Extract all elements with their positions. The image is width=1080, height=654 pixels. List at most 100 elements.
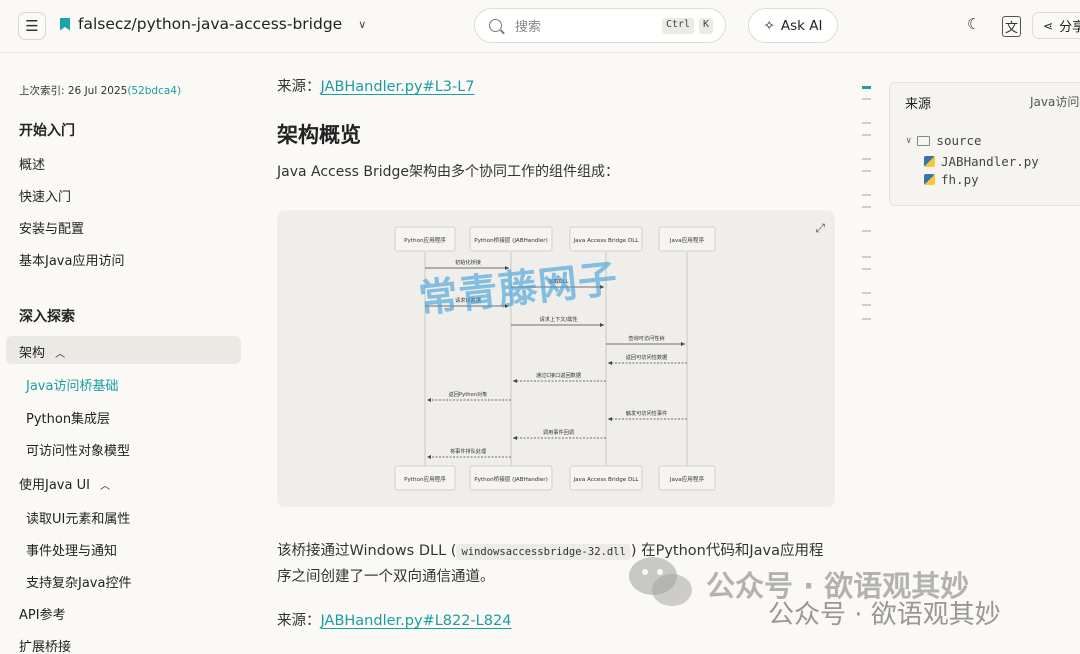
folder-name: source bbox=[936, 133, 982, 148]
toc-marker[interactable] bbox=[862, 318, 871, 320]
last-indexed: 上次索引: 26 Jul 2025(52bdca4) bbox=[19, 83, 181, 98]
python-file-icon bbox=[924, 156, 935, 167]
source-link-1[interactable]: JABHandler.py#L3-L7 bbox=[321, 79, 475, 95]
toc-marker[interactable] bbox=[862, 230, 871, 232]
architecture-label: 架构 bbox=[19, 346, 46, 361]
file-name: JABHandler.py bbox=[941, 154, 1039, 169]
hamburger-icon: ☰ bbox=[25, 17, 39, 35]
page-heading: 架构概览 bbox=[277, 123, 361, 147]
message-label: 查询可访问性树 bbox=[628, 334, 664, 342]
message-label: 返回可访问性数据 bbox=[626, 353, 668, 361]
bookmark-icon bbox=[60, 17, 70, 31]
message-label: 调用事件回调 bbox=[543, 428, 574, 436]
message-label: 将事件排队处理 bbox=[450, 447, 487, 455]
sidebar-item-extend[interactable]: 扩展桥接 bbox=[19, 636, 71, 654]
commit-hash-link[interactable]: (52bdca4) bbox=[127, 85, 181, 97]
participant-label: Python桥接层 (JABHandler) bbox=[474, 236, 548, 244]
last-indexed-date: 上次索引: 26 Jul 2025 bbox=[19, 85, 128, 97]
intro-text: Java Access Bridge架构由多个协同工作的组件组成： bbox=[277, 164, 620, 180]
toc-marker[interactable] bbox=[862, 206, 871, 208]
source-label: 来源： bbox=[277, 79, 321, 95]
sidebar-item-basic-java[interactable]: 基本Java应用访问 bbox=[19, 250, 124, 269]
tree-file-fh[interactable]: fh.py bbox=[924, 172, 979, 187]
expand-icon[interactable]: ⤢ bbox=[815, 221, 825, 236]
toc-marker[interactable] bbox=[862, 98, 871, 100]
python-file-icon bbox=[924, 174, 935, 185]
participant-label: Java应用程序 bbox=[669, 475, 705, 483]
kbd-k: K bbox=[699, 18, 714, 34]
sidebar-item-architecture[interactable]: 架构 ︿ bbox=[19, 342, 65, 361]
repo-selector[interactable]: falsecz/python-java-access-bridge ∨ bbox=[60, 15, 366, 33]
sparkle-icon: ✧ bbox=[763, 17, 775, 34]
source-line-2: 来源：JABHandler.py#L822-L824 bbox=[277, 609, 511, 630]
folder-icon bbox=[917, 135, 931, 146]
source-link-2[interactable]: JABHandler.py#L822-L824 bbox=[321, 613, 512, 629]
chevron-up-icon: ︿ bbox=[55, 349, 66, 360]
sources-title: 来源 bbox=[905, 97, 932, 112]
section-getting-started: 开始入门 bbox=[19, 123, 75, 139]
sources-page-name: Java访问桥 bbox=[1030, 95, 1080, 109]
sidebar-item-object-model[interactable]: 可访问性对象模型 bbox=[26, 440, 130, 459]
chevron-down-icon: ∨ bbox=[906, 135, 912, 146]
sidebar-item-python-layer[interactable]: Python集成层 bbox=[26, 408, 110, 427]
translate-icon[interactable]: 文 bbox=[1002, 16, 1022, 37]
sidebar-item-java-ui[interactable]: 使用Java UI ︿ bbox=[19, 474, 110, 493]
message-label: 返回Python对象 bbox=[449, 390, 488, 398]
tree-file-jabhandler[interactable]: JABHandler.py bbox=[924, 154, 1039, 169]
toc-marker[interactable] bbox=[862, 158, 871, 160]
share-button[interactable]: ⋖ 分享 bbox=[1032, 12, 1080, 39]
participant-label: Java应用程序 bbox=[669, 236, 705, 244]
sidebar-item-overview[interactable]: 概述 bbox=[19, 154, 45, 173]
search-placeholder: 搜索 bbox=[515, 20, 542, 35]
toc-marker[interactable] bbox=[862, 292, 871, 294]
search-icon bbox=[489, 19, 502, 32]
chevron-up-icon: ︿ bbox=[100, 481, 111, 492]
ask-ai-label: Ask AI bbox=[780, 17, 823, 34]
share-label: 分享 bbox=[1059, 20, 1080, 35]
toc-marker[interactable] bbox=[862, 304, 871, 306]
tree-folder-source[interactable]: ∨ source bbox=[906, 133, 982, 148]
participant-label: Python应用程序 bbox=[404, 236, 446, 244]
watermark-wechat-2: 公众号 · 欲语观其妙 bbox=[768, 600, 1001, 630]
sidebar-item-complex-controls[interactable]: 支持复杂Java控件 bbox=[26, 572, 131, 591]
ask-ai-button[interactable]: ✧ Ask AI bbox=[748, 8, 838, 43]
sidebar-item-api[interactable]: API参考 bbox=[19, 604, 66, 623]
participant-label: Java Access Bridge DLL bbox=[572, 238, 639, 244]
theme-toggle-icon[interactable]: ☾ bbox=[967, 15, 980, 33]
sources-panel: 来源 Java访问桥 ∨ source JABHandler.py fh.py bbox=[889, 82, 1080, 206]
dll-code: windowsaccessbridge-32.dll bbox=[456, 544, 631, 560]
file-name: fh.py bbox=[941, 172, 979, 187]
message-label: 触发可访问性事件 bbox=[626, 409, 668, 417]
participant-label: Python桥接层 (JABHandler) bbox=[474, 475, 548, 483]
kbd-ctrl: Ctrl bbox=[662, 18, 695, 34]
message-label: 通过C接口返回数据 bbox=[536, 371, 581, 379]
para-before: 该桥接通过Windows DLL ( bbox=[277, 543, 457, 559]
java-ui-label: 使用Java UI bbox=[19, 478, 90, 493]
sidebar: 上次索引: 26 Jul 2025(52bdca4) 开始入门 概述 快速入门 … bbox=[0, 53, 250, 654]
source-line-1: 来源：JABHandler.py#L3-L7 bbox=[277, 75, 475, 96]
search-input[interactable]: 搜索 Ctrl K bbox=[474, 8, 726, 43]
sidebar-item-events[interactable]: 事件处理与通知 bbox=[26, 540, 117, 559]
repo-name: falsecz/python-java-access-bridge bbox=[78, 15, 343, 33]
participant-label: Python应用程序 bbox=[404, 475, 446, 483]
toc-marker[interactable] bbox=[862, 194, 871, 196]
sidebar-item-install[interactable]: 安装与配置 bbox=[19, 218, 84, 237]
share-icon: ⋖ bbox=[1043, 18, 1054, 33]
chevron-down-icon: ∨ bbox=[358, 17, 367, 31]
toc-marker[interactable] bbox=[862, 122, 871, 124]
message-label: 请求上下文/属性 bbox=[539, 315, 577, 323]
menu-button[interactable]: ☰ bbox=[18, 12, 46, 40]
section-deep-dive: 深入探索 bbox=[19, 309, 75, 325]
top-bar: ☰ falsecz/python-java-access-bridge ∨ 搜索… bbox=[0, 0, 1080, 53]
toc-marker-active[interactable] bbox=[862, 86, 871, 89]
toc-marker[interactable] bbox=[862, 170, 871, 172]
toc-marker[interactable] bbox=[862, 256, 871, 258]
source-label: 来源： bbox=[277, 613, 321, 629]
sidebar-item-jab-basics[interactable]: Java访问桥基础 bbox=[26, 375, 118, 394]
sidebar-item-quickstart[interactable]: 快速入门 bbox=[19, 186, 71, 205]
toc-marker[interactable] bbox=[862, 268, 871, 270]
participant-label: Java Access Bridge DLL bbox=[572, 477, 639, 483]
toc-marker[interactable] bbox=[862, 134, 871, 136]
sidebar-item-read-ui[interactable]: 读取UI元素和属性 bbox=[26, 508, 130, 527]
wechat-logo-icon bbox=[629, 557, 692, 606]
